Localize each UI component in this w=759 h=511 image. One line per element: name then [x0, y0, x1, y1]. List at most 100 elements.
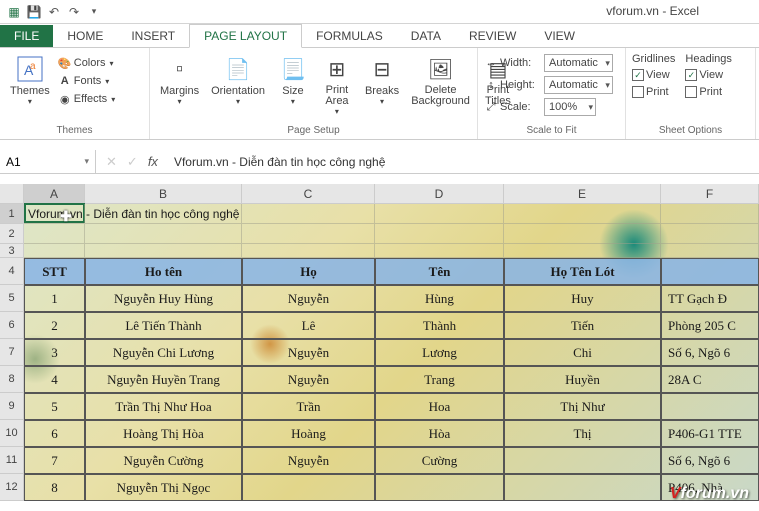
table-cell[interactable]: Thị Như: [504, 393, 661, 420]
scale-combo[interactable]: 100%: [544, 98, 596, 116]
tab-review[interactable]: REVIEW: [455, 25, 530, 47]
table-cell[interactable]: Phòng 205 C: [661, 312, 759, 339]
cell[interactable]: [661, 244, 759, 258]
select-all-corner[interactable]: [0, 184, 24, 204]
tab-home[interactable]: HOME: [53, 25, 117, 47]
colors-button[interactable]: 🎨Colors▾: [58, 55, 115, 71]
table-cell[interactable]: [661, 393, 759, 420]
table-cell[interactable]: Nguyễn Thị Ngọc: [85, 474, 242, 501]
row-header[interactable]: 9: [0, 393, 24, 420]
name-box[interactable]: A1▾: [0, 150, 96, 173]
table-cell[interactable]: Trang: [375, 366, 504, 393]
row-header[interactable]: 6: [0, 312, 24, 339]
cell[interactable]: [242, 244, 375, 258]
print-area-button[interactable]: ⊞Print Area▾: [317, 51, 357, 123]
table-cell[interactable]: Hùng: [375, 285, 504, 312]
cell[interactable]: [24, 224, 85, 244]
cell[interactable]: [242, 204, 375, 224]
table-cell[interactable]: Cường: [375, 447, 504, 474]
table-cell[interactable]: Hoàng: [242, 420, 375, 447]
table-cell[interactable]: Nguyễn: [242, 366, 375, 393]
cell[interactable]: [504, 224, 661, 244]
table-cell[interactable]: Nguyễn: [242, 447, 375, 474]
table-cell[interactable]: [375, 474, 504, 501]
table-cell[interactable]: 4: [24, 366, 85, 393]
header-ten[interactable]: Tên: [375, 258, 504, 285]
table-cell[interactable]: Hòa: [375, 420, 504, 447]
table-cell[interactable]: 1: [24, 285, 85, 312]
table-cell[interactable]: [242, 474, 375, 501]
table-cell[interactable]: Thành: [375, 312, 504, 339]
header-ho[interactable]: Họ: [242, 258, 375, 285]
fonts-button[interactable]: AFonts▾: [58, 73, 115, 89]
table-cell[interactable]: Tiến: [504, 312, 661, 339]
col-header-c[interactable]: C: [242, 184, 375, 204]
tab-view[interactable]: VIEW: [530, 25, 589, 47]
cancel-icon[interactable]: ✕: [106, 154, 117, 170]
row-header[interactable]: 5: [0, 285, 24, 312]
cell-a1[interactable]: Vforum.vn - Diễn đàn tin học công nghệ ✚: [24, 204, 85, 224]
orientation-button[interactable]: 📄Orientation▾: [207, 51, 269, 123]
table-cell[interactable]: Trần Thị Như Hoa: [85, 393, 242, 420]
row-header-3[interactable]: 3: [0, 244, 24, 258]
table-cell[interactable]: [504, 447, 661, 474]
col-header-f[interactable]: F: [661, 184, 759, 204]
cell[interactable]: [375, 204, 504, 224]
fx-icon[interactable]: fx: [148, 154, 158, 169]
table-cell[interactable]: Hoa: [375, 393, 504, 420]
table-cell[interactable]: Nguyễn: [242, 285, 375, 312]
width-combo[interactable]: Automatic: [544, 54, 613, 72]
headings-print-checkbox[interactable]: Print: [685, 85, 731, 99]
header-stt[interactable]: STT: [24, 258, 85, 285]
table-cell[interactable]: Huy: [504, 285, 661, 312]
table-cell[interactable]: Lương: [375, 339, 504, 366]
cell[interactable]: [242, 224, 375, 244]
cell[interactable]: [375, 244, 504, 258]
table-cell[interactable]: Nguyễn Huyền Trang: [85, 366, 242, 393]
table-cell[interactable]: Nguyễn Cường: [85, 447, 242, 474]
cell[interactable]: [85, 224, 242, 244]
table-cell[interactable]: Lê Tiến Thành: [85, 312, 242, 339]
table-cell[interactable]: Nguyễn: [242, 339, 375, 366]
table-cell[interactable]: 2: [24, 312, 85, 339]
cell[interactable]: [504, 244, 661, 258]
undo-icon[interactable]: ↶: [46, 4, 62, 20]
table-cell[interactable]: [504, 474, 661, 501]
header-f[interactable]: [661, 258, 759, 285]
row-header[interactable]: 7: [0, 339, 24, 366]
table-cell[interactable]: Chi: [504, 339, 661, 366]
table-cell[interactable]: Lê: [242, 312, 375, 339]
qat-dropdown-icon[interactable]: ▾: [86, 4, 102, 20]
delete-background-button[interactable]: 🖼Delete Background: [407, 51, 474, 123]
header-hotenlot[interactable]: Họ Tên Lót: [504, 258, 661, 285]
breaks-button[interactable]: ⊟Breaks▾: [361, 51, 403, 123]
table-cell[interactable]: 7: [24, 447, 85, 474]
gridlines-view-checkbox[interactable]: ✓View: [632, 68, 675, 82]
save-icon[interactable]: 💾: [26, 4, 42, 20]
row-header[interactable]: 12: [0, 474, 24, 501]
tab-page-layout[interactable]: PAGE LAYOUT: [189, 24, 302, 48]
tab-data[interactable]: DATA: [397, 25, 455, 47]
col-header-b[interactable]: B: [85, 184, 242, 204]
formula-input[interactable]: Vforum.vn - Diễn đàn tin học công nghệ: [168, 155, 759, 169]
effects-button[interactable]: ◉Effects▾: [58, 91, 115, 107]
table-cell[interactable]: Số 6, Ngõ 6: [661, 447, 759, 474]
col-header-d[interactable]: D: [375, 184, 504, 204]
table-cell[interactable]: Nguyễn Huy Hùng: [85, 285, 242, 312]
table-cell[interactable]: 3: [24, 339, 85, 366]
tab-formulas[interactable]: FORMULAS: [302, 25, 397, 47]
headings-view-checkbox[interactable]: ✓View: [685, 68, 731, 82]
cell[interactable]: [661, 224, 759, 244]
enter-icon[interactable]: ✓: [127, 154, 138, 170]
table-cell[interactable]: Thị: [504, 420, 661, 447]
cell[interactable]: [504, 204, 661, 224]
tab-insert[interactable]: INSERT: [117, 25, 189, 47]
cell[interactable]: [661, 204, 759, 224]
col-header-a[interactable]: A: [24, 184, 85, 204]
tab-file[interactable]: FILE: [0, 25, 53, 47]
themes-button[interactable]: Aa Themes ▾: [6, 51, 54, 123]
cell[interactable]: [85, 244, 242, 258]
table-cell[interactable]: 6: [24, 420, 85, 447]
row-header[interactable]: 11: [0, 447, 24, 474]
row-header-1[interactable]: 1: [0, 204, 24, 224]
